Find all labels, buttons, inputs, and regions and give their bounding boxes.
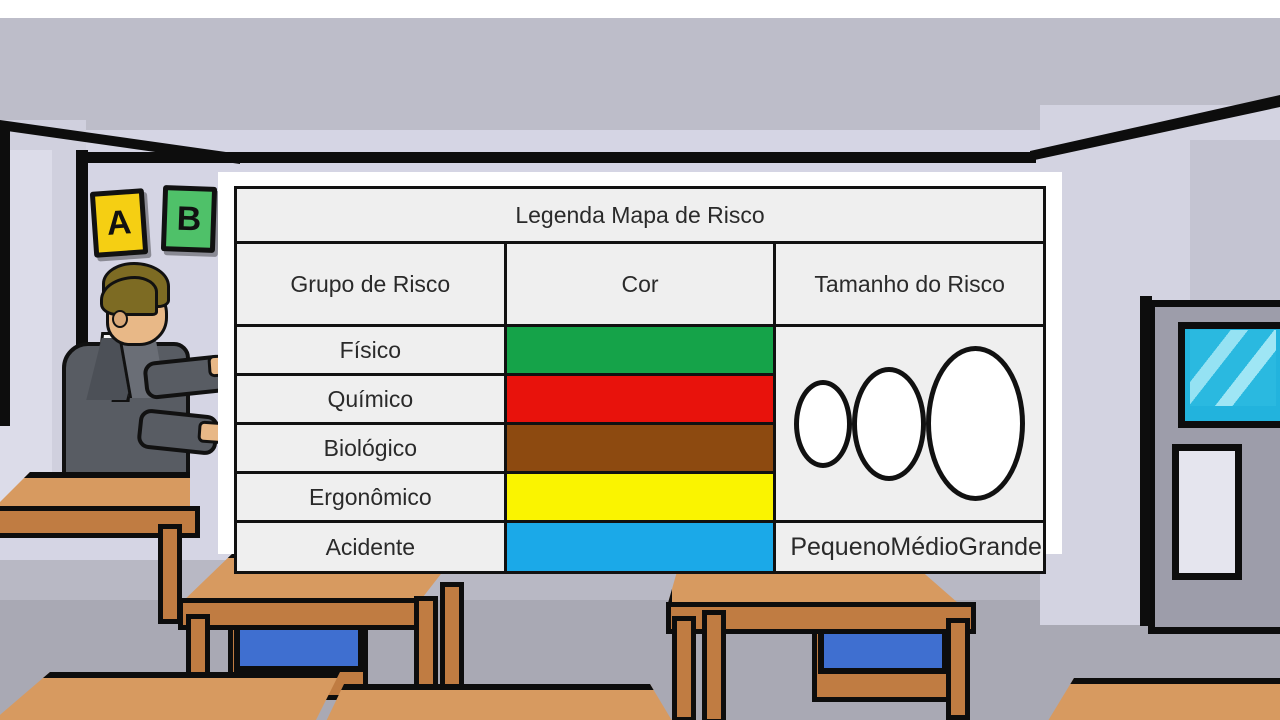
risk-color-ergonomico: [503, 471, 777, 523]
risk-color-acidente: [503, 520, 777, 574]
table-row: Físico: [234, 324, 1046, 523]
table-title-row: Legenda Mapa de Risco: [234, 186, 1046, 244]
table-header-row: Grupo de Risco Cor Tamanho do Risco: [234, 241, 1046, 327]
risk-size-cell: [773, 324, 1046, 523]
circle-medio: [852, 366, 927, 481]
size-label-grande: Grande: [958, 532, 1042, 561]
top-white-band: [0, 0, 1280, 18]
teacher-ear: [112, 310, 128, 328]
teacher-figure: [58, 262, 253, 500]
risk-color-fisico: [503, 324, 777, 376]
desk-front-right: [1040, 678, 1280, 720]
wall-trim-center: [86, 152, 1036, 163]
risk-group-quimico: Químico: [234, 373, 507, 425]
desk-right-leg-mid: [702, 610, 726, 720]
desk-left-edge: [178, 598, 434, 630]
risk-color-biologico: [503, 422, 777, 474]
letter-card-a: A: [89, 188, 149, 258]
door-window-glare: [1190, 330, 1276, 406]
legend-title: Legenda Mapa de Risco: [234, 186, 1046, 244]
risk-size-labels: Pequeno Médio Grande: [780, 525, 1042, 569]
risk-group-acidente: Acidente: [234, 520, 507, 574]
risk-group-ergonomico: Ergonômico: [234, 471, 507, 523]
column-header-size: Tamanho do Risco: [773, 241, 1046, 327]
desk-right: [666, 554, 976, 720]
classroom-scene: A B Legenda Mapa de Risco Grupo de Risco…: [0, 0, 1280, 720]
desk-right-leg-back: [946, 618, 970, 720]
letter-card-b: B: [160, 185, 218, 253]
desk-front-right-top: [1040, 678, 1280, 720]
risk-group-fisico: Físico: [234, 324, 507, 376]
risk-color-quimico: [503, 373, 777, 425]
legend-table: Legenda Mapa de Risco Grupo de Risco Cor…: [234, 186, 1046, 574]
desk-front-center: [320, 684, 680, 720]
table-row: Acidente Pequeno Médio Grande: [234, 520, 1046, 574]
circle-grande: [926, 346, 1025, 501]
door-notice-panel: [1172, 444, 1242, 580]
risk-size-labels-cell: Pequeno Médio Grande: [773, 520, 1046, 574]
size-label-pequeno: Pequeno: [790, 532, 891, 561]
column-header-color: Cor: [503, 241, 777, 327]
column-header-group: Grupo de Risco: [234, 241, 507, 327]
letter-card-a-label: A: [105, 202, 133, 243]
letter-card-b-label: B: [176, 199, 202, 238]
risk-group-biologico: Biológico: [234, 422, 507, 474]
wall-corner-edge-left: [0, 126, 10, 426]
desk-front-left-top: [0, 672, 340, 720]
desk-front-center-top: [320, 684, 680, 720]
teacher-desk: [0, 472, 200, 624]
size-label-medio: Médio: [890, 532, 959, 561]
legend-slide-panel: Legenda Mapa de Risco Grupo de Risco Cor…: [218, 172, 1062, 574]
circle-pequeno: [794, 379, 853, 468]
desk-front-left: [0, 672, 340, 720]
risk-size-circles: [780, 329, 1039, 518]
